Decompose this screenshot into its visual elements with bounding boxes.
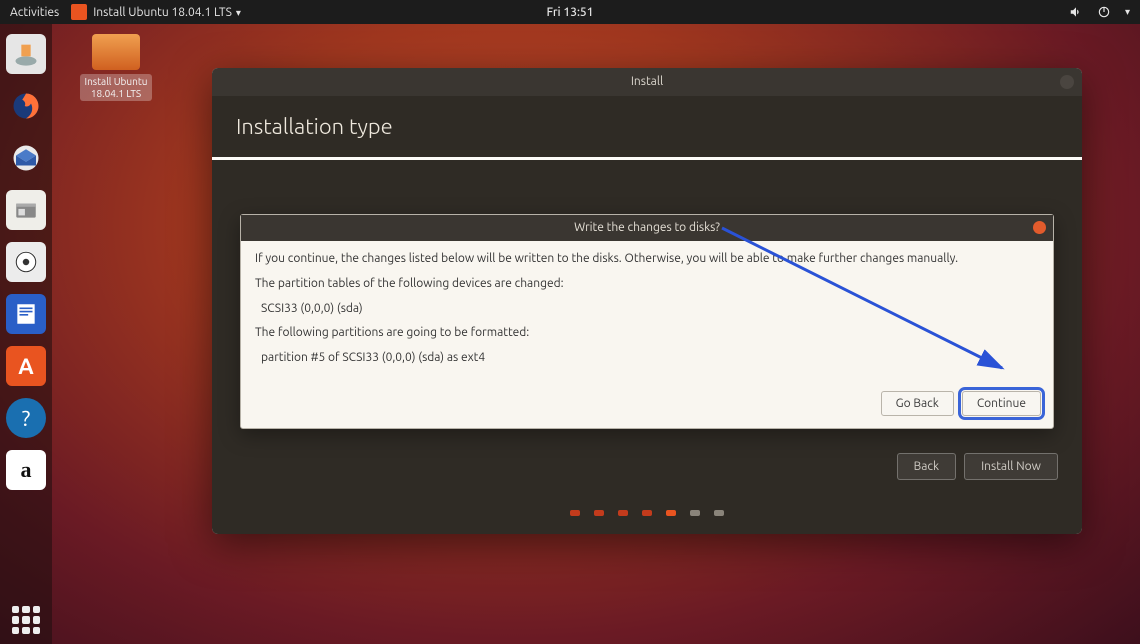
installer-window: Install Installation type This computer … bbox=[212, 68, 1082, 534]
ubuntu-installer-icon bbox=[71, 4, 87, 20]
step-dot bbox=[618, 510, 628, 516]
activities-button[interactable]: Activities bbox=[10, 6, 59, 19]
launcher-dock: A ? a bbox=[0, 24, 52, 644]
dock-item-help[interactable]: ? bbox=[6, 398, 46, 438]
focused-app-menu[interactable]: Install Ubuntu 18.04.1 LTS bbox=[71, 4, 241, 20]
dialog-titlebar[interactable]: Write the changes to disks? bbox=[241, 215, 1053, 241]
volume-icon[interactable] bbox=[1069, 5, 1083, 19]
step-dot bbox=[570, 510, 580, 516]
dock-item-amazon[interactable]: a bbox=[6, 450, 46, 490]
step-dot bbox=[594, 510, 604, 516]
window-close-icon[interactable] bbox=[1060, 75, 1074, 89]
dock-item-installer[interactable] bbox=[6, 34, 46, 74]
top-panel: Activities Install Ubuntu 18.04.1 LTS Fr… bbox=[0, 0, 1140, 24]
dock-item-thunderbird[interactable] bbox=[6, 138, 46, 178]
show-applications-button[interactable] bbox=[12, 606, 40, 634]
power-icon[interactable] bbox=[1097, 5, 1111, 19]
dialog-body: If you continue, the changes listed belo… bbox=[241, 241, 1053, 387]
dock-item-libreoffice-writer[interactable] bbox=[6, 294, 46, 334]
window-titlebar[interactable]: Install bbox=[212, 68, 1082, 96]
back-button[interactable]: Back bbox=[897, 453, 956, 480]
dialog-partitions-heading: The following partitions are going to be… bbox=[255, 325, 1039, 342]
desktop-icon-label: Install Ubuntu 18.04.1 LTS bbox=[80, 74, 152, 101]
dock-item-rhythmbox[interactable] bbox=[6, 242, 46, 282]
dialog-close-icon[interactable] bbox=[1033, 221, 1046, 234]
step-dot bbox=[714, 510, 724, 516]
dialog-device-item: SCSI33 (0,0,0) (sda) bbox=[261, 301, 1039, 318]
step-dot-current bbox=[666, 510, 676, 516]
installer-heading: Installation type bbox=[212, 96, 1082, 157]
dock-item-ubuntu-software[interactable]: A bbox=[6, 346, 46, 386]
installer-disc-icon bbox=[92, 34, 140, 70]
system-menu-chevron-icon[interactable]: ▾ bbox=[1125, 6, 1130, 18]
dialog-title: Write the changes to disks? bbox=[574, 221, 720, 234]
dock-item-files[interactable] bbox=[6, 190, 46, 230]
clock[interactable]: Fri 13:51 bbox=[547, 6, 594, 19]
dialog-partition-item: partition #5 of SCSI33 (0,0,0) (sda) as … bbox=[261, 350, 1039, 367]
continue-button[interactable]: Continue bbox=[962, 391, 1041, 416]
focused-app-title: Install Ubuntu 18.04.1 LTS bbox=[93, 6, 241, 19]
wizard-progress-dots bbox=[212, 510, 1082, 516]
window-title: Install bbox=[631, 75, 663, 88]
install-now-button[interactable]: Install Now bbox=[964, 453, 1058, 480]
dock-item-firefox[interactable] bbox=[6, 86, 46, 126]
go-back-button[interactable]: Go Back bbox=[881, 391, 954, 416]
step-dot bbox=[642, 510, 652, 516]
desktop-icon-install-ubuntu[interactable]: Install Ubuntu 18.04.1 LTS bbox=[80, 34, 152, 101]
dialog-devices-heading: The partition tables of the following de… bbox=[255, 276, 1039, 293]
dialog-warning-text: If you continue, the changes listed belo… bbox=[255, 251, 1039, 268]
confirm-dialog: Write the changes to disks? If you conti… bbox=[240, 214, 1054, 429]
step-dot bbox=[690, 510, 700, 516]
